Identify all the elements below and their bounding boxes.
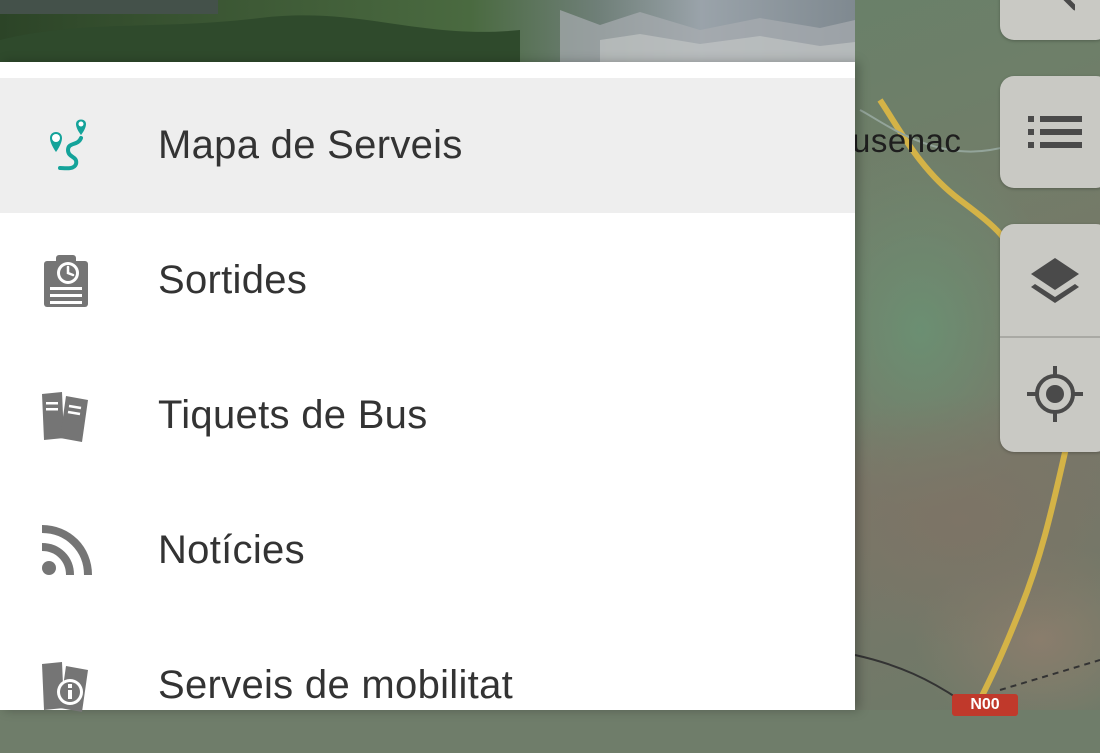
search-icon bbox=[1000, 0, 1100, 66]
menu-item-serveis-de-mobilitat[interactable]: Serveis de mobilitat bbox=[0, 618, 855, 753]
road-badge: N00 bbox=[952, 694, 1018, 716]
layers-icon bbox=[1031, 258, 1079, 303]
list-view-button[interactable] bbox=[1000, 76, 1100, 188]
mobility-info-icon bbox=[36, 656, 96, 716]
rss-icon bbox=[36, 521, 96, 581]
tickets-icon bbox=[36, 386, 96, 446]
landscape-photo bbox=[0, 10, 855, 62]
drawer-header-image bbox=[0, 0, 855, 62]
menu-item-label: Sortides bbox=[158, 258, 308, 302]
map-place-label: usenac bbox=[852, 122, 962, 159]
schedule-board-icon bbox=[36, 251, 96, 311]
map-route-icon bbox=[36, 116, 96, 176]
drawer-menu: Mapa de Serveis Sortides Tiquets de Bus … bbox=[0, 78, 855, 753]
menu-item-mapa-de-serveis[interactable]: Mapa de Serveis bbox=[0, 78, 855, 213]
list-icon bbox=[1000, 76, 1100, 188]
menu-item-tiquets-de-bus[interactable]: Tiquets de Bus bbox=[0, 348, 855, 483]
menu-item-label: Notícies bbox=[158, 528, 305, 572]
my-location-icon bbox=[1027, 366, 1083, 422]
navigation-drawer: Mapa de Serveis Sortides Tiquets de Bus … bbox=[0, 62, 855, 712]
my-location-button[interactable] bbox=[1000, 338, 1100, 450]
search-button[interactable] bbox=[1000, 0, 1100, 40]
menu-item-label: Serveis de mobilitat bbox=[158, 663, 514, 707]
menu-item-label: Mapa de Serveis bbox=[158, 123, 463, 167]
layers-button[interactable] bbox=[1000, 224, 1100, 336]
menu-item-noticies[interactable]: Notícies bbox=[0, 483, 855, 618]
menu-item-label: Tiquets de Bus bbox=[158, 393, 428, 437]
map-tools-group bbox=[1000, 224, 1100, 452]
menu-item-sortides[interactable]: Sortides bbox=[0, 213, 855, 348]
